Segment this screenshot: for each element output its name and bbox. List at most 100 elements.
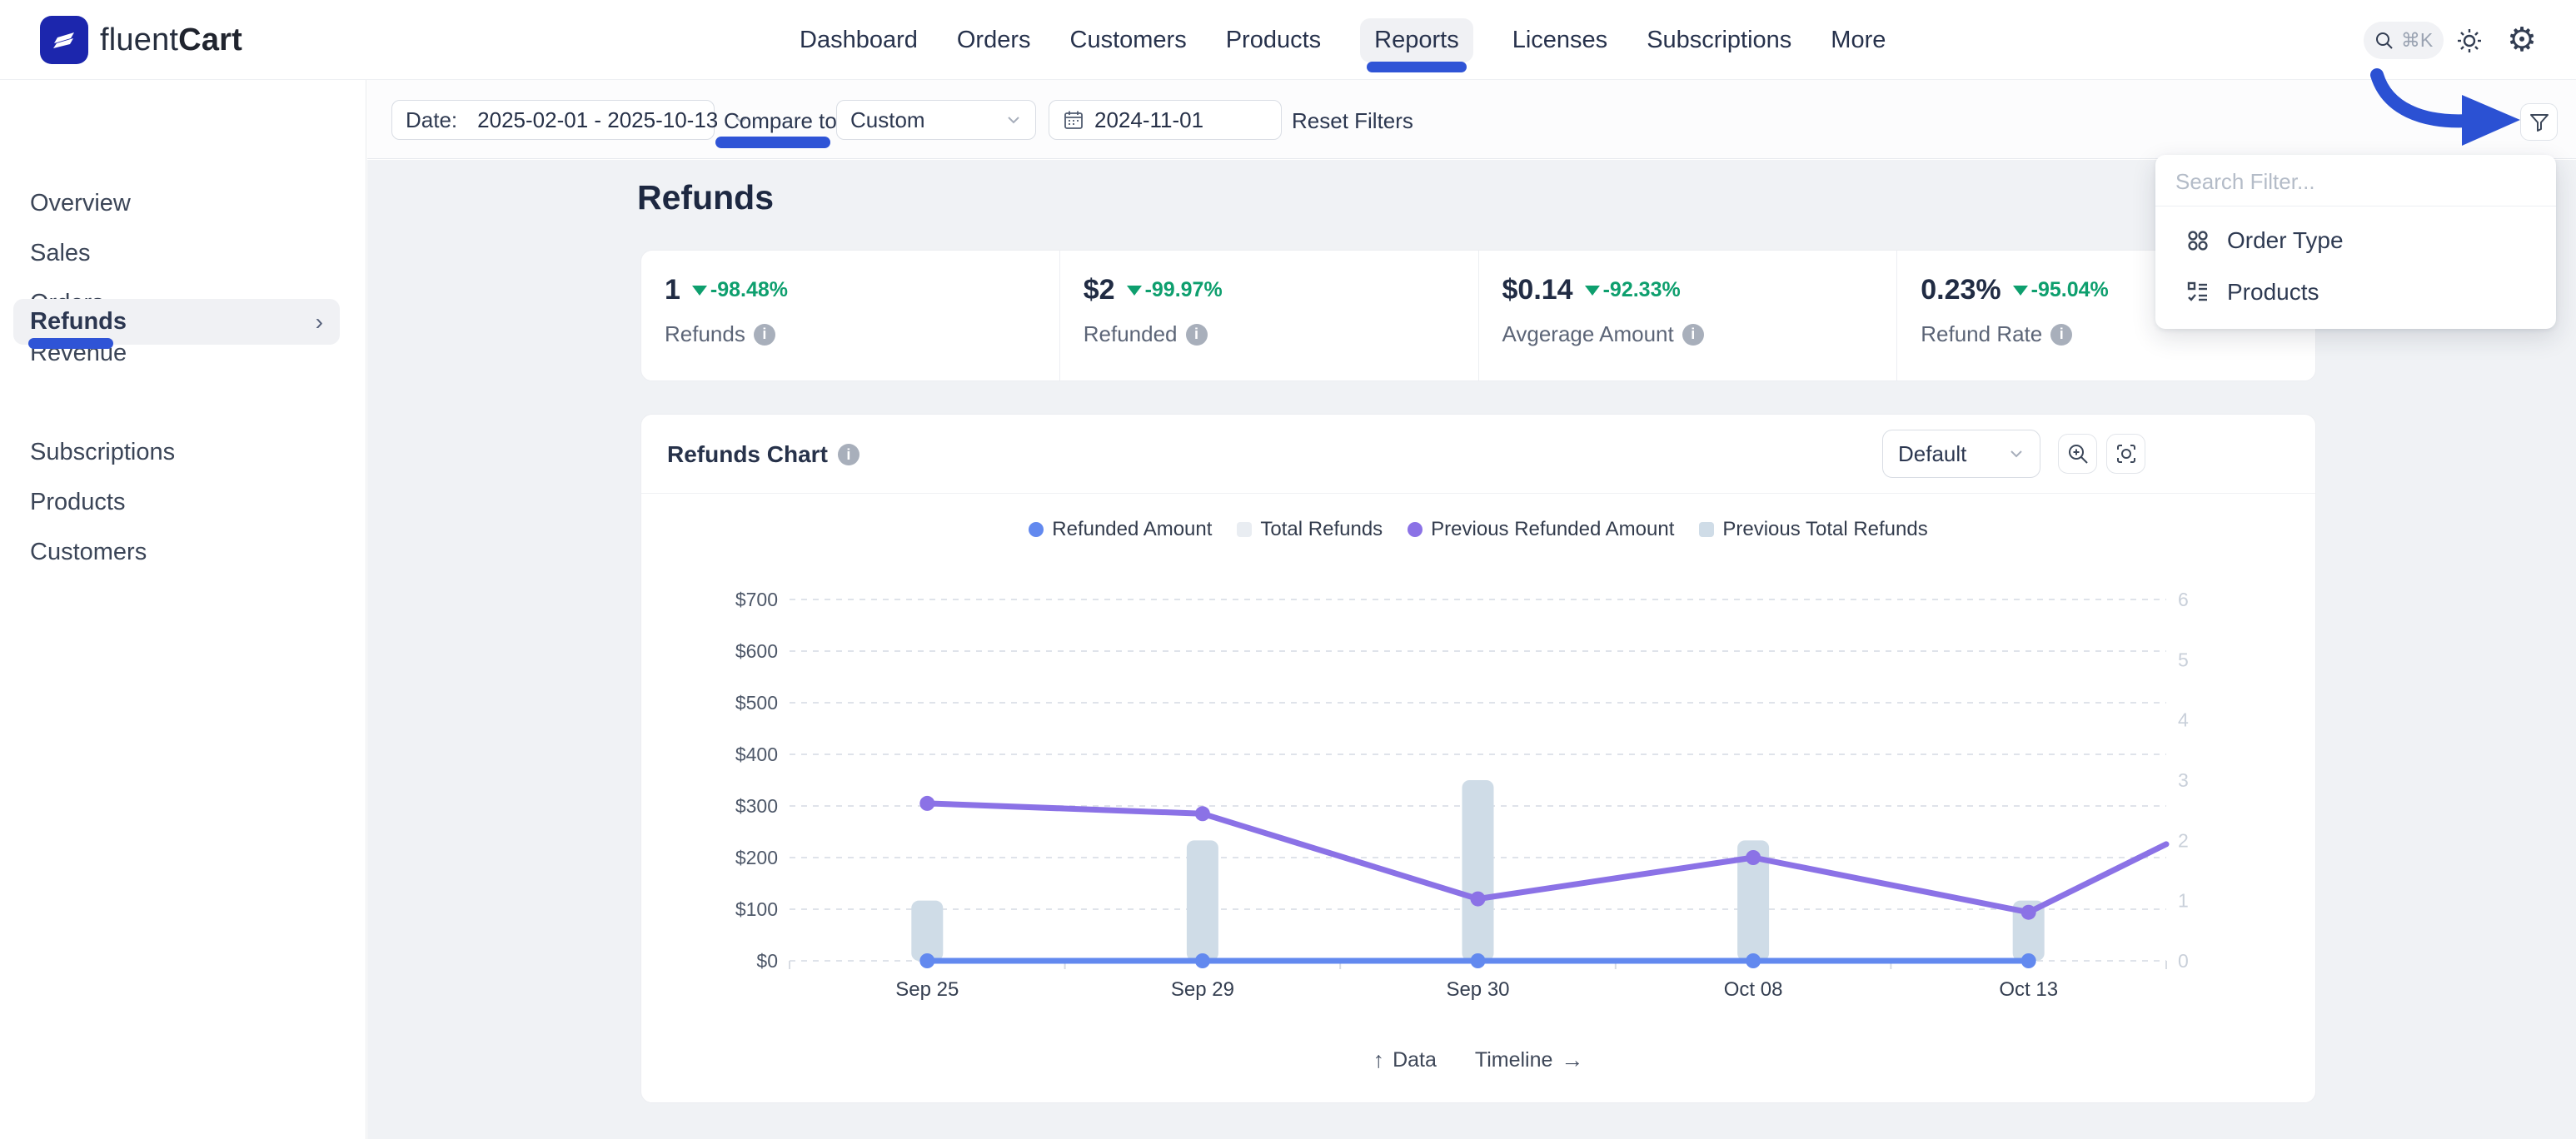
nav-more[interactable]: More: [1831, 27, 1886, 54]
svg-text:6: 6: [2178, 589, 2189, 610]
chart-data-toggle[interactable]: ↑Data: [1373, 1047, 1437, 1073]
filter-option-order-type[interactable]: Order Type: [2167, 217, 2544, 264]
stat-average-amount: $0.14 -92.33% Avgerage Amount i: [1478, 251, 1897, 380]
global-search-button[interactable]: ⌘K: [2364, 22, 2444, 59]
stat-average-amount-value: $0.14: [1502, 274, 1573, 306]
refunds-chart-plot[interactable]: $700$600$500$400$300$200$100$06543210Sep…: [641, 415, 2317, 1104]
info-icon[interactable]: i: [1186, 324, 1208, 346]
arrow-right-icon: →: [1561, 1047, 1583, 1073]
sidebar-active-underline: [28, 338, 113, 349]
chevron-right-icon: ›: [316, 309, 323, 336]
info-icon[interactable]: i: [2050, 324, 2072, 346]
stat-refund-rate-label: Refund Rate: [1921, 321, 2042, 347]
stat-refunds-delta: -98.48%: [692, 278, 788, 302]
nav-dashboard[interactable]: Dashboard: [800, 27, 918, 54]
sidebar-item-products[interactable]: Products: [30, 484, 330, 520]
search-shortcut-label: ⌘K: [2401, 29, 2433, 52]
nav-customers[interactable]: Customers: [1070, 27, 1187, 54]
filter-option-label: Products: [2227, 279, 2319, 306]
nav-products[interactable]: Products: [1226, 27, 1321, 54]
svg-text:4: 4: [2178, 709, 2189, 731]
stat-average-amount-delta: -92.33%: [1585, 278, 1681, 302]
sidebar-item-overview[interactable]: Overview: [30, 185, 330, 221]
date-range-picker[interactable]: Date: 2025-02-01 - 2025-10-13: [391, 100, 715, 140]
sidebar-refunds-label: Refunds: [30, 308, 127, 335]
chart-filter-button[interactable]: [2520, 103, 2558, 141]
settings-button[interactable]: ⚙: [2504, 22, 2540, 58]
svg-text:Sep 25: Sep 25: [895, 978, 959, 1001]
reports-sidebar: Overview Sales Orders Revenue Refunds › …: [0, 80, 366, 1139]
stat-refunded-value: $2: [1084, 274, 1115, 306]
svg-text:Sep 29: Sep 29: [1171, 978, 1234, 1001]
svg-text:1: 1: [2178, 890, 2189, 912]
sidebar-item-sales[interactable]: Sales: [30, 235, 330, 271]
main-nav: Dashboard Orders Customers Products Repo…: [800, 0, 1886, 80]
filter-option-label: Order Type: [2227, 227, 2344, 254]
info-icon[interactable]: i: [754, 324, 775, 346]
refund-stats-card: 1 -98.48% Refundsi $2 -99.97% Refundedi …: [640, 250, 2316, 381]
order-type-icon: [2185, 228, 2210, 253]
filter-option-products[interactable]: Products: [2167, 269, 2544, 316]
svg-text:Oct 13: Oct 13: [1999, 978, 2058, 1001]
nav-reports-label: Reports: [1374, 27, 1459, 53]
triangle-down-icon: [1585, 286, 1600, 296]
stat-refunds: 1 -98.48% Refunds i: [641, 251, 1059, 380]
svg-text:0: 0: [2178, 950, 2189, 972]
brand-logo[interactable]: fluentCart: [40, 15, 242, 65]
sun-icon: [2456, 27, 2483, 54]
date-range-value: 2025-02-01 - 2025-10-13: [477, 107, 718, 133]
date-label: Date:: [406, 107, 457, 133]
arrow-up-icon: ↑: [1373, 1047, 1385, 1073]
svg-text:$400: $400: [735, 744, 778, 765]
brand-name: fluentCart: [100, 22, 242, 58]
filter-search-input[interactable]: [2175, 163, 2534, 200]
triangle-down-icon: [1127, 286, 1142, 296]
nav-subscriptions[interactable]: Subscriptions: [1647, 27, 1791, 54]
svg-text:2: 2: [2178, 829, 2189, 851]
chart-footer: ↑Data Timeline→: [641, 1047, 2315, 1073]
svg-text:$100: $100: [735, 898, 778, 920]
svg-text:5: 5: [2178, 649, 2189, 670]
top-bar: fluentCart Dashboard Orders Customers Pr…: [0, 0, 2576, 80]
nav-active-underline: [1367, 62, 1467, 72]
gear-icon: ⚙: [2507, 23, 2537, 57]
stat-refund-rate-value: 0.23%: [1921, 274, 2001, 306]
report-filter-bar: Date: 2025-02-01 - 2025-10-13 Compare to…: [367, 80, 2576, 159]
compare-mode-value: Custom: [850, 107, 925, 133]
stat-refunds-value: 1: [665, 274, 680, 306]
svg-text:$0: $0: [756, 950, 778, 972]
stat-refunds-label: Refunds: [665, 321, 745, 347]
compare-mode-select[interactable]: Custom: [836, 100, 1036, 140]
theme-toggle-button[interactable]: [2452, 23, 2487, 58]
reset-filters-button[interactable]: Reset Filters: [1292, 108, 1413, 134]
sidebar-item-subscriptions[interactable]: Subscriptions: [30, 434, 330, 470]
nav-licenses[interactable]: Licenses: [1512, 27, 1607, 54]
nav-orders[interactable]: Orders: [957, 27, 1031, 54]
triangle-down-icon: [2013, 286, 2028, 296]
chart-timeline-toggle[interactable]: Timeline→: [1475, 1047, 1584, 1073]
stat-average-amount-label: Avgerage Amount: [1502, 321, 1674, 347]
nav-reports[interactable]: Reports: [1360, 18, 1473, 62]
svg-text:$200: $200: [735, 847, 778, 868]
info-icon[interactable]: i: [1682, 324, 1704, 346]
stat-refunded: $2 -99.97% Refundedi: [1059, 251, 1478, 380]
sidebar-item-refunds[interactable]: Refunds ›: [13, 299, 340, 345]
triangle-down-icon: [692, 286, 707, 296]
stat-refunded-delta: -99.97%: [1127, 278, 1223, 302]
svg-text:3: 3: [2178, 769, 2189, 791]
refunds-chart-card: Refunds Charti Default Refunded Amount T…: [640, 414, 2316, 1103]
compare-date-input[interactable]: 2024-11-01: [1049, 100, 1282, 140]
checklist-icon: [2185, 280, 2210, 305]
svg-text:$600: $600: [735, 640, 778, 662]
compare-to-underline: [715, 137, 830, 148]
calendar-icon: [1063, 109, 1084, 131]
funnel-filter-icon: [2529, 112, 2550, 133]
svg-text:$700: $700: [735, 589, 778, 610]
page-title: Refunds: [637, 178, 774, 217]
svg-text:Sep 30: Sep 30: [1446, 978, 1509, 1001]
brand-logo-icon: [40, 16, 88, 64]
svg-text:$300: $300: [735, 795, 778, 817]
sidebar-item-customers[interactable]: Customers: [30, 534, 330, 570]
stat-refund-rate-delta: -95.04%: [2013, 278, 2109, 302]
compare-to-label: Compare to: [724, 108, 837, 134]
